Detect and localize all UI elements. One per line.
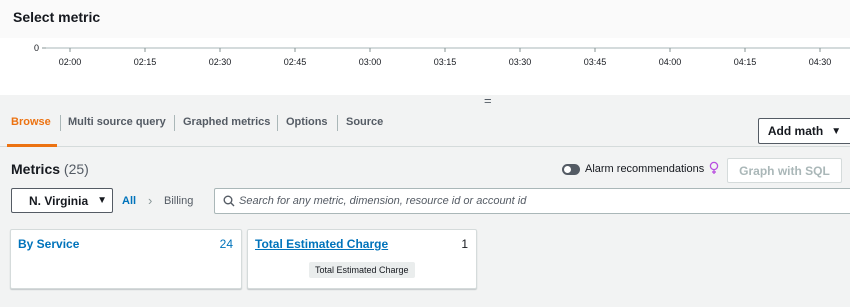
metric-chart: 0 02:00 02:15 02:30 02:45 03:00 03:15 03:30 03:4… [0, 38, 850, 95]
add-math-button[interactable]: Add math ▼ [758, 118, 850, 144]
toggle-knob [564, 166, 571, 173]
tooltip: Total Estimated Charge [309, 262, 415, 278]
by-service-card[interactable]: By Service 24 [10, 229, 242, 289]
alarm-recommendations-label: Alarm recommendations [585, 163, 705, 175]
chevron-right-icon: › [148, 193, 153, 208]
graph-with-sql-button[interactable]: Graph with SQL [727, 158, 842, 183]
chevron-down-icon: ▼ [831, 125, 842, 137]
panel-splitter[interactable]: = [0, 94, 850, 107]
tab-divider [60, 115, 61, 131]
breadcrumb-billing: Billing [164, 195, 194, 207]
region-label: N. Virginia [29, 193, 89, 208]
tab-source[interactable]: Source [346, 116, 383, 128]
search-input[interactable] [239, 192, 839, 210]
card-count: 24 [219, 237, 233, 251]
total-estimated-charge-card[interactable]: Total Estimated Charge 1 Total Estimated… [247, 229, 477, 289]
x-tick-label: 03:00 [359, 57, 382, 67]
alarm-recommendations-toggle[interactable] [562, 164, 580, 175]
metrics-title: Metrics [11, 161, 61, 177]
x-tick-label: 02:00 [59, 57, 82, 67]
x-tick-label: 03:15 [434, 57, 457, 67]
tab-divider [337, 115, 338, 131]
graph-with-sql-label: Graph with SQL [739, 163, 830, 178]
search-icon [223, 195, 235, 207]
chart-svg: 0 02:00 02:15 02:30 02:45 03:00 03:15 03:30 03:4… [34, 43, 850, 67]
x-tick-label: 02:15 [134, 57, 157, 67]
breadcrumb-all-link[interactable]: All [122, 195, 136, 207]
lightbulb-icon[interactable] [709, 161, 719, 175]
x-tick-label: 03:45 [584, 57, 607, 67]
active-tab-indicator [7, 144, 57, 147]
tab-bar: Browse Multi source query Graphed metric… [0, 107, 850, 147]
metrics-heading: Metrics (25) [11, 161, 89, 177]
tab-browse[interactable]: Browse [11, 116, 51, 128]
tab-options[interactable]: Options [286, 116, 328, 128]
card-title[interactable]: Total Estimated Charge [255, 237, 388, 251]
x-tick-label: 04:15 [734, 57, 757, 67]
tab-multi-source-query[interactable]: Multi source query [68, 116, 166, 128]
metric-search-box[interactable] [214, 188, 850, 214]
add-math-label: Add math [767, 124, 824, 138]
tab-divider [174, 115, 175, 131]
x-tick-label: 04:00 [659, 57, 682, 67]
drag-handle-icon[interactable]: = [484, 94, 492, 107]
page-title: Select metric [13, 9, 101, 25]
metrics-count: (25) [63, 161, 89, 177]
x-tick-label: 04:30 [809, 57, 832, 67]
card-title[interactable]: By Service [18, 237, 79, 251]
y-tick-label: 0 [34, 43, 39, 53]
tab-divider [277, 115, 278, 131]
page-header: Select metric [0, 0, 850, 38]
chevron-down-icon: ▼ [97, 195, 108, 206]
x-tick-label: 03:30 [509, 57, 532, 67]
x-tick-label: 02:30 [209, 57, 232, 67]
tab-graphed-metrics[interactable]: Graphed metrics [183, 116, 270, 128]
x-tick-label: 02:45 [284, 57, 307, 67]
region-select[interactable]: N. Virginia ▼ [11, 188, 113, 213]
card-count: 1 [461, 237, 468, 251]
